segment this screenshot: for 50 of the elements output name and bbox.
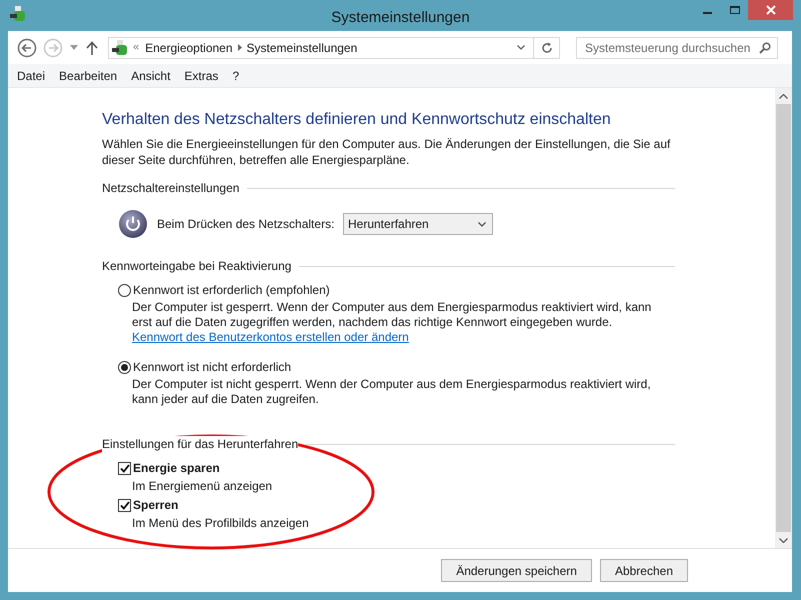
back-button[interactable]: [17, 38, 37, 58]
checkbox[interactable]: [118, 499, 131, 512]
field-label: Beim Drücken des Netzschalters:: [157, 216, 336, 233]
option-description: Im Energiemenü anzeigen: [132, 479, 274, 494]
address-bar[interactable]: « Energieoptionen Systemeinstellungen: [108, 36, 534, 58]
section-title: Einstellungen für das Herunterfahren: [102, 436, 298, 452]
radio-button[interactable]: [118, 284, 131, 297]
dialog-button[interactable]: Änderungen speichern: [441, 559, 592, 582]
menu-item[interactable]: ?: [225, 66, 246, 84]
power-button-dropdown[interactable]: Herunterfahren: [343, 213, 493, 235]
menu-item[interactable]: Extras: [177, 66, 226, 84]
dropdown-chevron-icon[interactable]: [478, 222, 486, 226]
window-title: Systemeinstellungen: [330, 8, 471, 28]
refresh-icon[interactable]: [540, 42, 552, 54]
search-icon[interactable]: [759, 42, 771, 54]
breadcrumb[interactable]: Energieoptionen: [145, 38, 233, 56]
section-title: Kennworteingabe bei Reaktivierung: [102, 258, 292, 274]
power-icon: [118, 209, 148, 239]
menu-item[interactable]: Ansicht: [124, 66, 178, 84]
refresh-button[interactable]: [534, 36, 560, 58]
option-description: Der Computer ist gesperrt. Wenn der Computer aus dem Energiesparmodus reaktiviert wird, kann erst auf die Daten zugegriffen werden, nachdem das richtige Kennwort eingegeben wurde.: [132, 300, 652, 330]
breadcrumb-separator-icon[interactable]: [238, 44, 242, 51]
dialog-button[interactable]: Abbrechen: [600, 559, 688, 582]
up-button[interactable]: [85, 40, 99, 56]
scrollbar[interactable]: [775, 88, 792, 549]
option-description: Der Computer ist nicht gesperrt. Wenn der Computer aus dem Energiesparmodus reaktiviert wird, kann jeder auf die Daten zugreifen.: [132, 377, 652, 407]
intro-text: Wählen Sie die Energieeinstellungen für den Computer aus. Die Änderungen der Einstellungen, die Sie auf dieser Seite durchführen, betreffen alle Energiesparpläne.: [102, 136, 672, 168]
scroll-up-icon[interactable]: [779, 94, 788, 99]
section-title: Netzschaltereinstellungen: [102, 180, 240, 196]
menu-item[interactable]: Bearbeiten: [52, 66, 124, 84]
search-field[interactable]: Systemsteuerung durchsuchen: [576, 36, 778, 58]
page-heading: Verhalten des Netzschalters definieren und Kennwortschutz einschalten: [102, 110, 612, 130]
menu-item[interactable]: Datei: [10, 66, 52, 84]
breadcrumb[interactable]: Systemeinstellungen: [246, 38, 358, 56]
checkbox-label[interactable]: Sperren: [133, 498, 178, 513]
dropdown-chevron-icon[interactable]: [517, 45, 525, 50]
control-panel-icon: [111, 38, 129, 56]
account-password-link[interactable]: Kennwort des Benutzerkontos erstellen oder ändern: [132, 330, 409, 345]
app-icon[interactable]: [9, 5, 27, 23]
radio-label[interactable]: Kennwort ist nicht erforderlich: [133, 360, 292, 375]
close-button[interactable]: [748, 0, 793, 20]
overflow-chevron[interactable]: «: [133, 39, 140, 56]
recent-pages-button[interactable]: [69, 42, 79, 52]
checkbox-label[interactable]: Energie sparen: [133, 461, 220, 476]
option-description: Im Menü des Profilbilds anzeigen: [132, 516, 310, 531]
close-icon[interactable]: [766, 5, 776, 15]
checkbox[interactable]: [118, 462, 131, 475]
radio-label[interactable]: Kennwort ist erforderlich (empfohlen): [133, 283, 330, 298]
scroll-down-icon[interactable]: [779, 538, 788, 543]
radio-button[interactable]: [118, 361, 131, 374]
